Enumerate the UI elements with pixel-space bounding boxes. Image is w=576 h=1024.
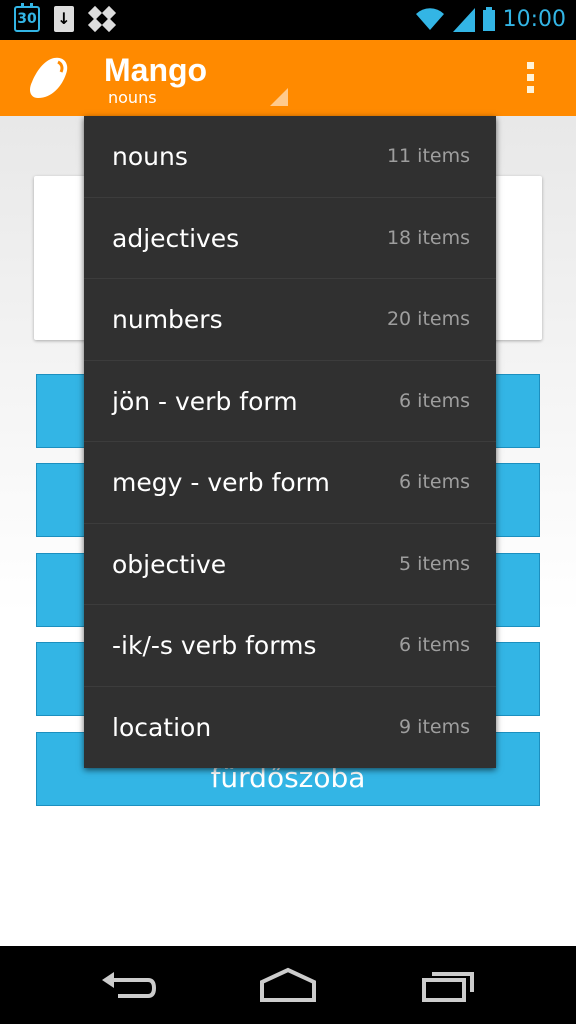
dropdown-item[interactable]: location 9 items: [84, 687, 496, 769]
status-bar: 30 ↓ 10:00: [0, 0, 576, 40]
dropdown-item[interactable]: megy - verb form 6 items: [84, 442, 496, 524]
signal-icon: [452, 8, 475, 32]
item-label: nouns: [112, 142, 188, 171]
dropbox-icon: [87, 5, 117, 33]
back-icon[interactable]: [98, 966, 158, 1006]
overflow-menu-icon[interactable]: [524, 62, 536, 96]
navigation-bar: [0, 946, 576, 1024]
item-label: jön - verb form: [112, 386, 298, 416]
item-count: 11 items: [386, 145, 470, 167]
recent-apps-icon[interactable]: [418, 966, 478, 1006]
item-count: 6 items: [399, 471, 470, 493]
item-count: 5 items: [399, 552, 470, 575]
item-label: numbers: [112, 305, 223, 334]
clock: 10:00: [502, 6, 566, 32]
dropdown-item[interactable]: adjectives 18 items: [84, 198, 496, 279]
item-label: megy - verb form: [112, 468, 330, 497]
dropdown-item[interactable]: -ik/-s verb forms 6 items: [84, 605, 496, 687]
download-icon: ↓: [54, 6, 74, 32]
spinner-arrow-icon: [270, 88, 288, 106]
wifi-icon: [415, 8, 444, 30]
category-dropdown: nouns 11 items adjectives 18 items numbe…: [84, 116, 496, 768]
battery-icon: [482, 7, 495, 31]
item-count: 6 items: [399, 389, 470, 412]
item-count: 20 items: [386, 308, 470, 330]
dropdown-item[interactable]: nouns 11 items: [84, 116, 496, 198]
item-label: -ik/-s verb forms: [112, 631, 317, 660]
item-count: 6 items: [399, 634, 470, 656]
dropdown-item[interactable]: objective 5 items: [84, 524, 496, 605]
item-label: adjectives: [112, 223, 240, 253]
item-label: objective: [112, 549, 227, 579]
dropdown-item[interactable]: numbers 20 items: [84, 279, 496, 361]
mango-logo-icon[interactable]: [24, 54, 72, 102]
item-label: location: [112, 712, 212, 742]
app-title: Mango: [104, 52, 208, 88]
action-bar: Mango nouns: [0, 40, 576, 116]
dropdown-item[interactable]: jön - verb form 6 items: [84, 361, 496, 442]
item-count: 9 items: [399, 715, 470, 738]
calendar-icon: 30: [14, 3, 40, 32]
current-category: nouns: [108, 88, 157, 107]
home-icon[interactable]: [258, 966, 318, 1006]
item-count: 18 items: [386, 226, 470, 249]
